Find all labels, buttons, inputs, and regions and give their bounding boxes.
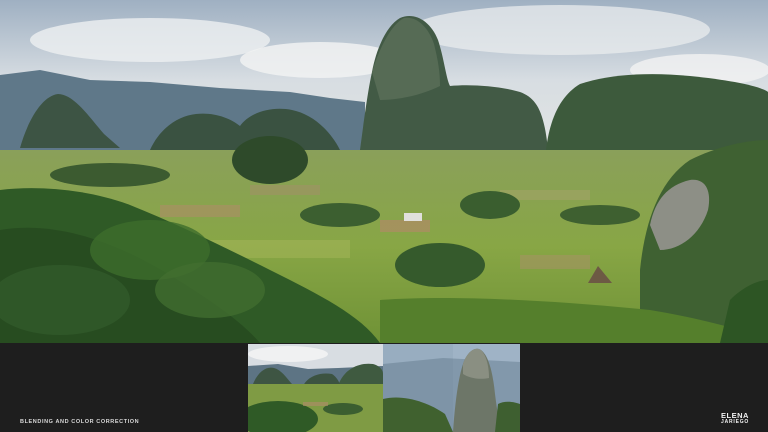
logo-line-2: JARIEGO: [721, 419, 750, 425]
valley-panorama-thumbnail: [248, 344, 383, 432]
mogote-rock-thumbnail: [383, 344, 520, 432]
slide-caption: BLENDING AND COLOR CORRECTION: [20, 419, 140, 425]
slide: BLENDING AND COLOR CORRECTION ELENA JARI…: [0, 0, 768, 432]
author-logo: ELENA JARIEGO: [721, 412, 750, 425]
main-landscape-image: [0, 0, 768, 343]
